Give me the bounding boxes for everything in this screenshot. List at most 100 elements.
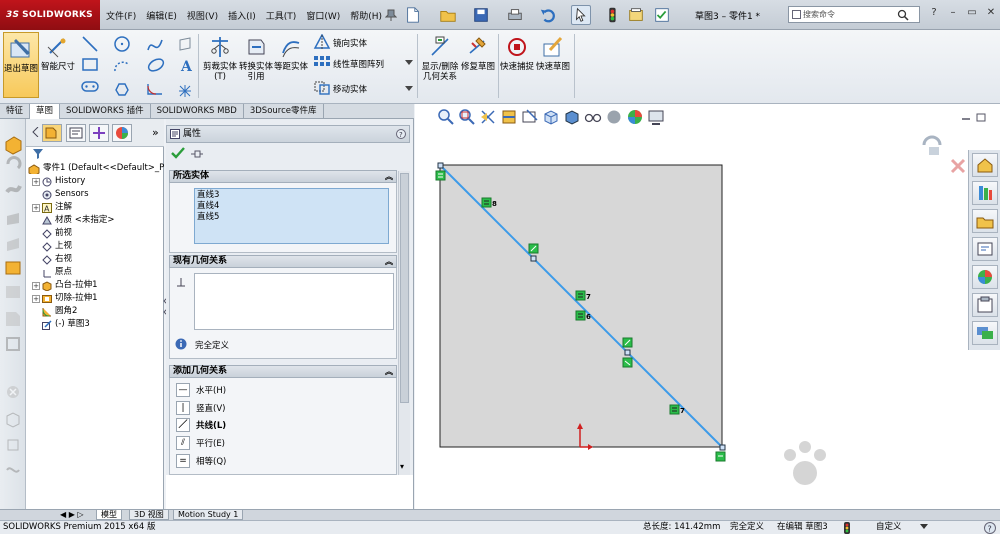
add-relations-header[interactable]: 添加几何关系 ︽ [169, 365, 397, 378]
box-icon[interactable] [6, 412, 20, 428]
tab-motion-study[interactable]: Motion Study 1 [173, 510, 244, 520]
restore-icon[interactable]: ▭ [966, 6, 978, 20]
menu-edit[interactable]: 编辑(E) [146, 9, 177, 23]
add-relation-collinear[interactable]: ／ 共线(L) [176, 416, 226, 433]
select-arrow-icon[interactable] [571, 5, 591, 25]
tree-item-origin[interactable]: 原点 [42, 266, 72, 279]
tree-item-right-plane[interactable]: 右视 [42, 253, 72, 266]
close-icon[interactable]: ✕ [985, 6, 997, 20]
command-search-input[interactable]: 搜索命令 [788, 6, 920, 23]
help-icon[interactable]: ? [928, 6, 940, 20]
cut-extrude-icon[interactable] [5, 261, 21, 275]
point-icon[interactable] [179, 85, 191, 97]
ellipse-icon[interactable] [147, 57, 166, 74]
shell-icon[interactable] [6, 337, 20, 351]
tab-model[interactable]: 模型 [96, 510, 122, 520]
relation-marker[interactable] [715, 451, 726, 462]
solidworks-resources-tab[interactable] [972, 153, 998, 177]
equal-relation-marker[interactable]: 6 [575, 310, 591, 321]
expand-icon[interactable]: + [32, 203, 40, 212]
pattern-dropdown-icon[interactable] [405, 60, 413, 66]
undo-icon[interactable] [538, 5, 558, 25]
loft-icon[interactable] [7, 213, 19, 225]
tab-mbd[interactable]: SOLIDWORKS MBD [151, 104, 244, 119]
propertymanager-tab[interactable] [66, 124, 86, 142]
tree-item-cut-extrude1[interactable]: + 切除-拉伸1 [32, 292, 97, 305]
expand-icon[interactable]: + [32, 294, 40, 303]
equal-relation-marker[interactable]: 7 [575, 290, 591, 301]
line-icon[interactable] [82, 36, 98, 52]
appearances-tab[interactable] [972, 265, 998, 289]
move-entities-label[interactable]: 移动实体 [333, 83, 367, 95]
wrap-icon[interactable] [7, 439, 19, 451]
featuremanager-tab[interactable] [42, 124, 62, 142]
scrollbar-thumb[interactable] [400, 173, 409, 403]
add-relation-equal[interactable]: = 相等(Q) [176, 452, 226, 469]
sketch-endpoint[interactable] [530, 255, 537, 262]
list-item[interactable]: 直线4 [197, 201, 386, 212]
tree-item-sketch3[interactable]: (-) 草图3 [42, 318, 90, 331]
forum-tab[interactable] [972, 321, 998, 345]
tree-pane-collapse-icon[interactable] [32, 127, 40, 137]
revolve-icon[interactable] [6, 156, 22, 170]
tree-item-history[interactable]: + History [32, 175, 85, 188]
menu-window[interactable]: 窗口(W) [306, 9, 340, 23]
linear-pattern-label[interactable]: 线性草图阵列 [333, 58, 384, 70]
list-item[interactable]: 直线3 [197, 190, 386, 201]
ok-checkmark-icon[interactable] [171, 147, 185, 159]
rectangle-icon[interactable] [82, 58, 98, 71]
move-entities-icon[interactable] [313, 79, 331, 95]
pin-icon[interactable] [385, 8, 397, 22]
sketch-endpoint[interactable] [437, 162, 444, 169]
sketch-endpoint[interactable] [719, 444, 726, 451]
view-palette-tab[interactable] [972, 237, 998, 261]
arc-icon[interactable] [114, 61, 130, 72]
expand-icon[interactable]: + [32, 177, 40, 186]
open-folder-icon[interactable] [438, 5, 458, 25]
minimize-icon[interactable]: – [947, 6, 959, 20]
configurationmanager-tab[interactable] [89, 124, 109, 142]
linear-pattern-icon[interactable] [313, 55, 331, 71]
add-relation-parallel[interactable]: ⫽ 平行(E) [176, 434, 225, 451]
convert-entities-button[interactable]: 转换实体引用 [238, 32, 274, 92]
tree-item-top-plane[interactable]: 上视 [42, 240, 72, 253]
expand-icon[interactable]: + [32, 281, 40, 290]
existing-relations-list[interactable] [194, 273, 394, 330]
relation-marker[interactable] [528, 243, 539, 254]
help-icon[interactable]: ? [396, 129, 406, 139]
smart-dimension-button[interactable]: 智能尺寸 [41, 32, 75, 92]
quick-snap-button[interactable]: 快速捕捉 [500, 32, 534, 92]
circle-icon[interactable] [114, 36, 130, 52]
sketch-endpoint[interactable] [624, 349, 631, 356]
print-icon[interactable] [505, 5, 525, 25]
slot-icon[interactable] [81, 81, 99, 92]
options-checklist-icon[interactable] [652, 5, 672, 25]
boundary-icon[interactable] [7, 238, 19, 251]
polygon-icon[interactable] [115, 83, 129, 96]
search-icon[interactable] [897, 9, 909, 21]
filter-icon[interactable] [32, 148, 44, 159]
pushpin-icon[interactable] [190, 148, 204, 159]
exit-sketch-button[interactable]: 退出草图 [3, 32, 39, 98]
move-dropdown-icon[interactable] [405, 86, 413, 92]
tab-sketch[interactable]: 草图 [30, 104, 61, 119]
tab-features[interactable]: 特征 [0, 104, 31, 119]
mirror-icon[interactable] [313, 34, 331, 50]
spline-icon[interactable] [147, 39, 163, 51]
add-relation-horizontal[interactable]: — 水平(H) [176, 381, 226, 398]
extruded-boss-icon[interactable] [5, 136, 22, 155]
displaymanager-tab[interactable] [112, 124, 132, 142]
relation-marker[interactable] [435, 170, 446, 181]
sweep-icon[interactable] [5, 185, 22, 194]
more-tabs-icon[interactable]: » [152, 126, 159, 139]
fillet-icon[interactable] [147, 84, 162, 95]
rebuild-traffic-light-icon[interactable] [602, 5, 622, 25]
relation-marker[interactable] [622, 357, 633, 368]
file-explorer-tab[interactable] [972, 209, 998, 233]
units-dropdown-icon[interactable] [920, 524, 928, 530]
fillet-feature-icon[interactable] [6, 286, 20, 298]
collapse-chevron-icon[interactable]: ︽ [385, 366, 393, 377]
scroll-down-icon[interactable]: ▾ [400, 462, 404, 471]
curves-icon[interactable] [6, 467, 20, 473]
tree-root-part[interactable]: 零件1 (Default<<Default>_P [28, 162, 164, 175]
